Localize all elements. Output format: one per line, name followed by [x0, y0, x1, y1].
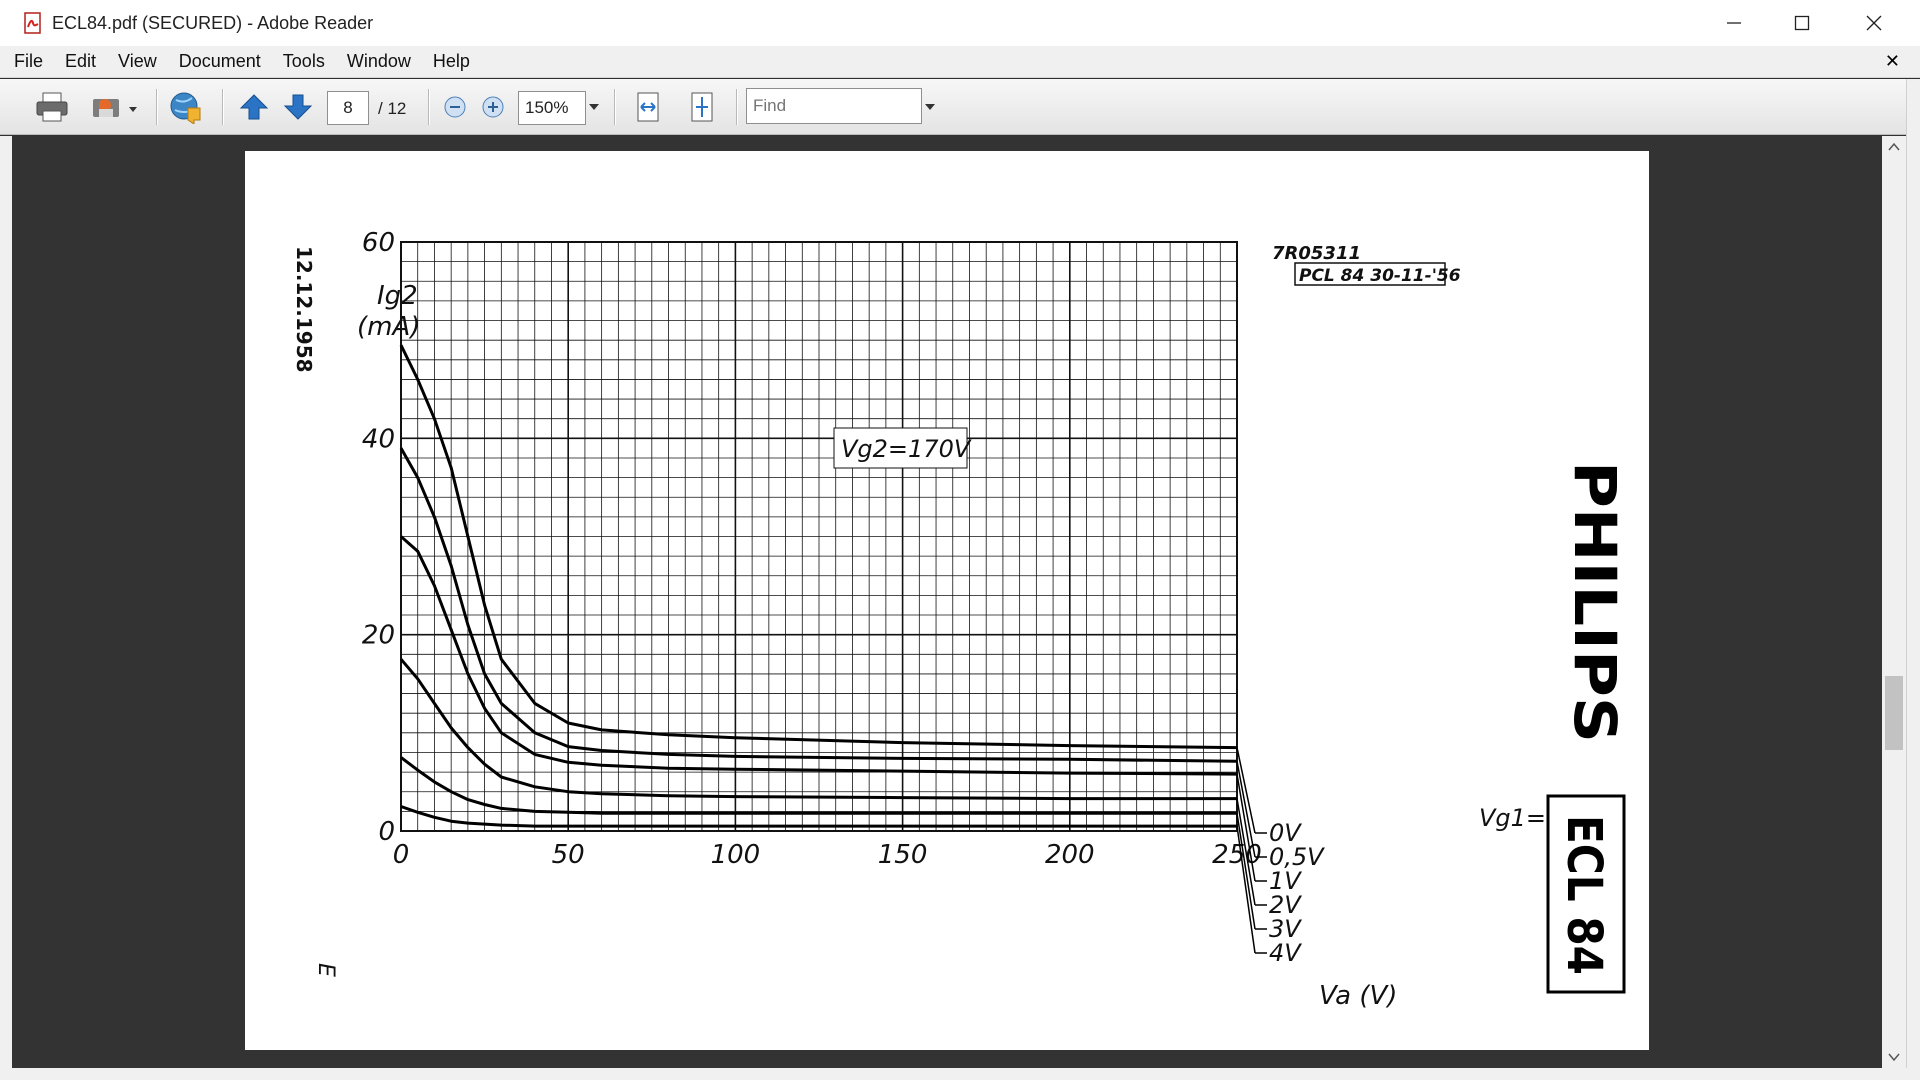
tube-type: ECL 84 [1556, 815, 1612, 975]
arrow-up-icon [239, 94, 269, 120]
y-axis-unit: (mA) [357, 312, 420, 342]
x-tick-label: 150 [878, 840, 928, 870]
print-button[interactable] [32, 89, 72, 125]
left-edge [0, 136, 12, 1068]
menu-tools[interactable]: Tools [283, 51, 325, 72]
toolbar-separator [736, 89, 738, 125]
find-dropdown-button[interactable] [922, 89, 938, 125]
menu-window[interactable]: Window [347, 51, 411, 72]
series-label: 4V [1269, 939, 1302, 967]
drawing-code: 7R05311 [1272, 243, 1361, 264]
menu-file[interactable]: File [14, 51, 43, 72]
toolbar-separator [428, 89, 430, 125]
toolbar-separator [222, 89, 224, 125]
share-dropdown-button[interactable] [86, 89, 142, 125]
drawing-reference: PCL 84 30-11-'56 [1299, 266, 1461, 286]
toolbar-separator [156, 89, 158, 125]
fit-width-button[interactable] [630, 89, 666, 125]
vg1-label: Vg1= [1479, 804, 1546, 832]
x-tick-label: 200 [1045, 840, 1095, 870]
minimize-button[interactable] [1700, 0, 1768, 46]
datasheet-chart: 0 50 100 150 200 2500204060 0V0,5V1V2V3V4V 12… [292, 228, 1629, 1011]
menu-document[interactable]: Document [179, 51, 261, 72]
chevron-down-icon [589, 104, 599, 110]
fit-page-icon [691, 92, 713, 122]
pdf-page: 0 50 100 150 200 250 0 20 40 60 0V 0,5V 1V 2V 3V 4V 12… [245, 151, 1649, 1050]
x-tick-label: 100 [711, 840, 761, 870]
share-icon [93, 99, 137, 117]
menu-view[interactable]: View [118, 51, 157, 72]
scroll-thumb[interactable] [1885, 676, 1903, 750]
scroll-down-icon[interactable] [1888, 1053, 1900, 1062]
y-tick-label: 20 [362, 621, 395, 651]
maximize-button[interactable] [1768, 0, 1836, 46]
close-button[interactable] [1840, 0, 1908, 46]
window-title: ECL84.pdf (SECURED) - Adobe Reader [52, 12, 374, 33]
horizontal-scrollbar[interactable] [0, 1068, 1920, 1080]
zoom-in-button[interactable] [478, 89, 508, 125]
y-axis-label: Ig2 [377, 281, 418, 311]
chart-grid [400, 241, 1238, 832]
document-viewport[interactable]: 0 50 100 150 200 250 0 20 40 60 0V 0,5V 1V 2V 3V 4V 12… [12, 136, 1882, 1068]
x-tick-label: 50 [552, 840, 585, 870]
close-document-icon[interactable]: ✕ [1885, 51, 1900, 72]
chevron-down-icon [925, 104, 935, 110]
y-tick-label: 0 [378, 817, 395, 847]
menu-help[interactable]: Help [433, 51, 470, 72]
title-bar: ECL84.pdf (SECURED) - Adobe Reader [0, 0, 1920, 46]
scroll-up-icon[interactable] [1888, 142, 1900, 151]
page-total-label: / 12 [378, 99, 407, 118]
minimize-icon [1727, 22, 1741, 24]
toolbar: 8 / 12 150% [0, 79, 1920, 135]
x-axis-label: Va (V) [1319, 981, 1397, 1011]
menu-edit[interactable]: Edit [65, 51, 96, 72]
zoom-level-input[interactable]: 150% [518, 91, 586, 125]
create-pdf-button[interactable] [166, 89, 206, 125]
next-page-button[interactable] [280, 89, 316, 125]
x-tick-label: 0 [393, 840, 410, 870]
zoom-in-icon [482, 96, 504, 118]
pdf-app-icon [22, 12, 44, 34]
zoom-dropdown-button[interactable] [586, 89, 602, 125]
zoom-out-icon [444, 96, 466, 118]
brand-logo: PHILIPS [1561, 461, 1629, 743]
page-number-input[interactable]: 8 [327, 91, 369, 125]
right-edge [1906, 79, 1920, 1080]
close-icon [1866, 15, 1882, 31]
fit-page-button[interactable] [684, 89, 720, 125]
date-stamp: 12.12.1958 [292, 246, 316, 373]
corner-mark: E [313, 963, 338, 977]
globe-icon [170, 92, 201, 124]
zoom-out-button[interactable] [440, 89, 470, 125]
vertical-scrollbar[interactable] [1882, 136, 1906, 1068]
printer-icon [36, 92, 68, 122]
previous-page-button[interactable] [236, 89, 272, 125]
y-tick-label: 40 [362, 424, 395, 454]
fit-width-icon [637, 92, 659, 122]
menu-bar: File Edit View Document Tools Window Hel… [0, 46, 1920, 78]
maximize-icon [1794, 15, 1810, 31]
arrow-down-icon [283, 94, 313, 120]
y-tick-label: 60 [362, 228, 395, 258]
condition-label: Vg2=170V [841, 435, 972, 463]
toolbar-separator [614, 89, 616, 125]
find-input[interactable] [746, 88, 922, 124]
